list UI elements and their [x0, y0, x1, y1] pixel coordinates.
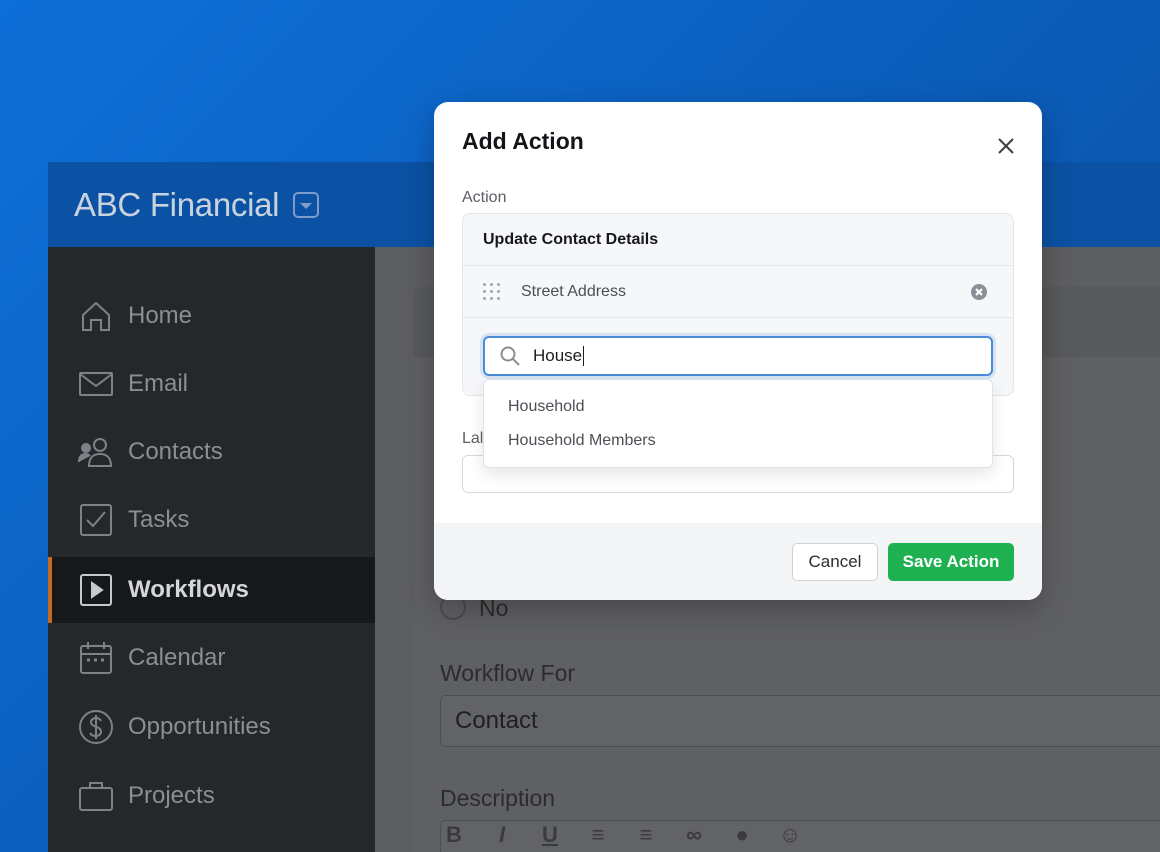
calendar-icon — [78, 640, 114, 676]
sidebar-item-label: Opportunities — [128, 713, 271, 740]
workflow-for-value: Contact — [455, 707, 538, 734]
home-icon — [78, 298, 114, 334]
sidebar-item-tasks[interactable]: Tasks — [48, 487, 375, 553]
sidebar-item-label: Projects — [128, 782, 215, 809]
field-search[interactable]: House — [483, 336, 993, 376]
mic-icon[interactable]: ● — [728, 822, 756, 852]
sidebar-item-opportunities[interactable]: Opportunities — [48, 694, 375, 760]
search-input-value: House — [533, 346, 583, 365]
sidebar-item-label: Contacts — [128, 438, 223, 465]
label-field-label: Lal — [462, 430, 484, 447]
remove-field-icon[interactable] — [971, 284, 987, 300]
sidebar-item-label: Email — [128, 370, 189, 397]
italic-icon[interactable]: I — [488, 822, 516, 852]
bullet-list-icon[interactable]: ≡ — [632, 822, 660, 852]
description-label: Description — [440, 785, 556, 811]
contacts-icon — [78, 434, 114, 470]
save-action-button[interactable]: Save Action — [888, 543, 1014, 581]
sidebar-item-label: Workflows — [128, 576, 249, 603]
workflow-for-select[interactable]: Contact — [440, 695, 1160, 747]
sidebar-item-calendar[interactable]: Calendar — [48, 625, 375, 691]
checkbox-icon — [78, 502, 114, 538]
emoji-icon[interactable]: ☺ — [776, 822, 804, 852]
dropdown-option-household[interactable]: Household — [508, 398, 585, 416]
add-action-modal: Add Action Action Update Contact Details… — [434, 102, 1042, 600]
field-row-label: Street Address — [521, 282, 626, 300]
close-icon[interactable] — [994, 134, 1018, 158]
dropdown-option-household-members[interactable]: Household Members — [508, 432, 656, 450]
sidebar-item-label: Calendar — [128, 644, 226, 671]
text-caret — [583, 346, 585, 366]
field-row[interactable]: Street Address — [463, 266, 1013, 318]
sidebar-item-contacts[interactable]: Contacts — [48, 419, 375, 485]
sidebar-item-label: Home — [128, 302, 193, 329]
underline-icon[interactable]: U — [536, 822, 564, 852]
search-icon — [500, 346, 520, 366]
drag-handle-icon[interactable] — [483, 282, 501, 301]
workflow-for-label: Workflow For — [440, 660, 576, 686]
sidebar-item-email[interactable]: Email — [48, 351, 375, 417]
action-config-box: Update Contact Details Street Address Ho… — [462, 213, 1014, 396]
mail-icon — [78, 366, 114, 402]
app-title: ABC Financial — [74, 185, 280, 223]
sidebar-item-workflows[interactable]: Workflows — [48, 557, 375, 623]
search-input[interactable]: House — [533, 346, 585, 366]
sidebar-item-projects[interactable]: Projects — [48, 763, 375, 829]
sidebar-item-home[interactable]: Home — [48, 283, 375, 349]
cancel-button[interactable]: Cancel — [792, 543, 878, 581]
account-switcher-chevron-down-icon[interactable] — [293, 191, 320, 218]
briefcase-icon — [78, 778, 114, 814]
modal-footer: Cancel Save Action — [434, 523, 1042, 600]
sidebar-item-label: Tasks — [128, 506, 190, 533]
action-field-label: Action — [462, 189, 507, 206]
dollar-icon — [78, 709, 114, 745]
modal-title: Add Action — [462, 128, 584, 154]
play-icon — [78, 572, 114, 608]
search-results-dropdown: Household Household Members — [483, 379, 993, 468]
action-name: Update Contact Details — [463, 214, 1013, 266]
sidebar: Home Email Contacts Tasks Workflows Cale… — [48, 247, 375, 852]
bold-icon[interactable]: B — [440, 822, 468, 852]
editor-toolbar: B I U ≡ ≡ ∞ ● ☺ — [440, 822, 804, 852]
link-icon[interactable]: ∞ — [680, 822, 708, 852]
ordered-list-icon[interactable]: ≡ — [584, 822, 612, 852]
